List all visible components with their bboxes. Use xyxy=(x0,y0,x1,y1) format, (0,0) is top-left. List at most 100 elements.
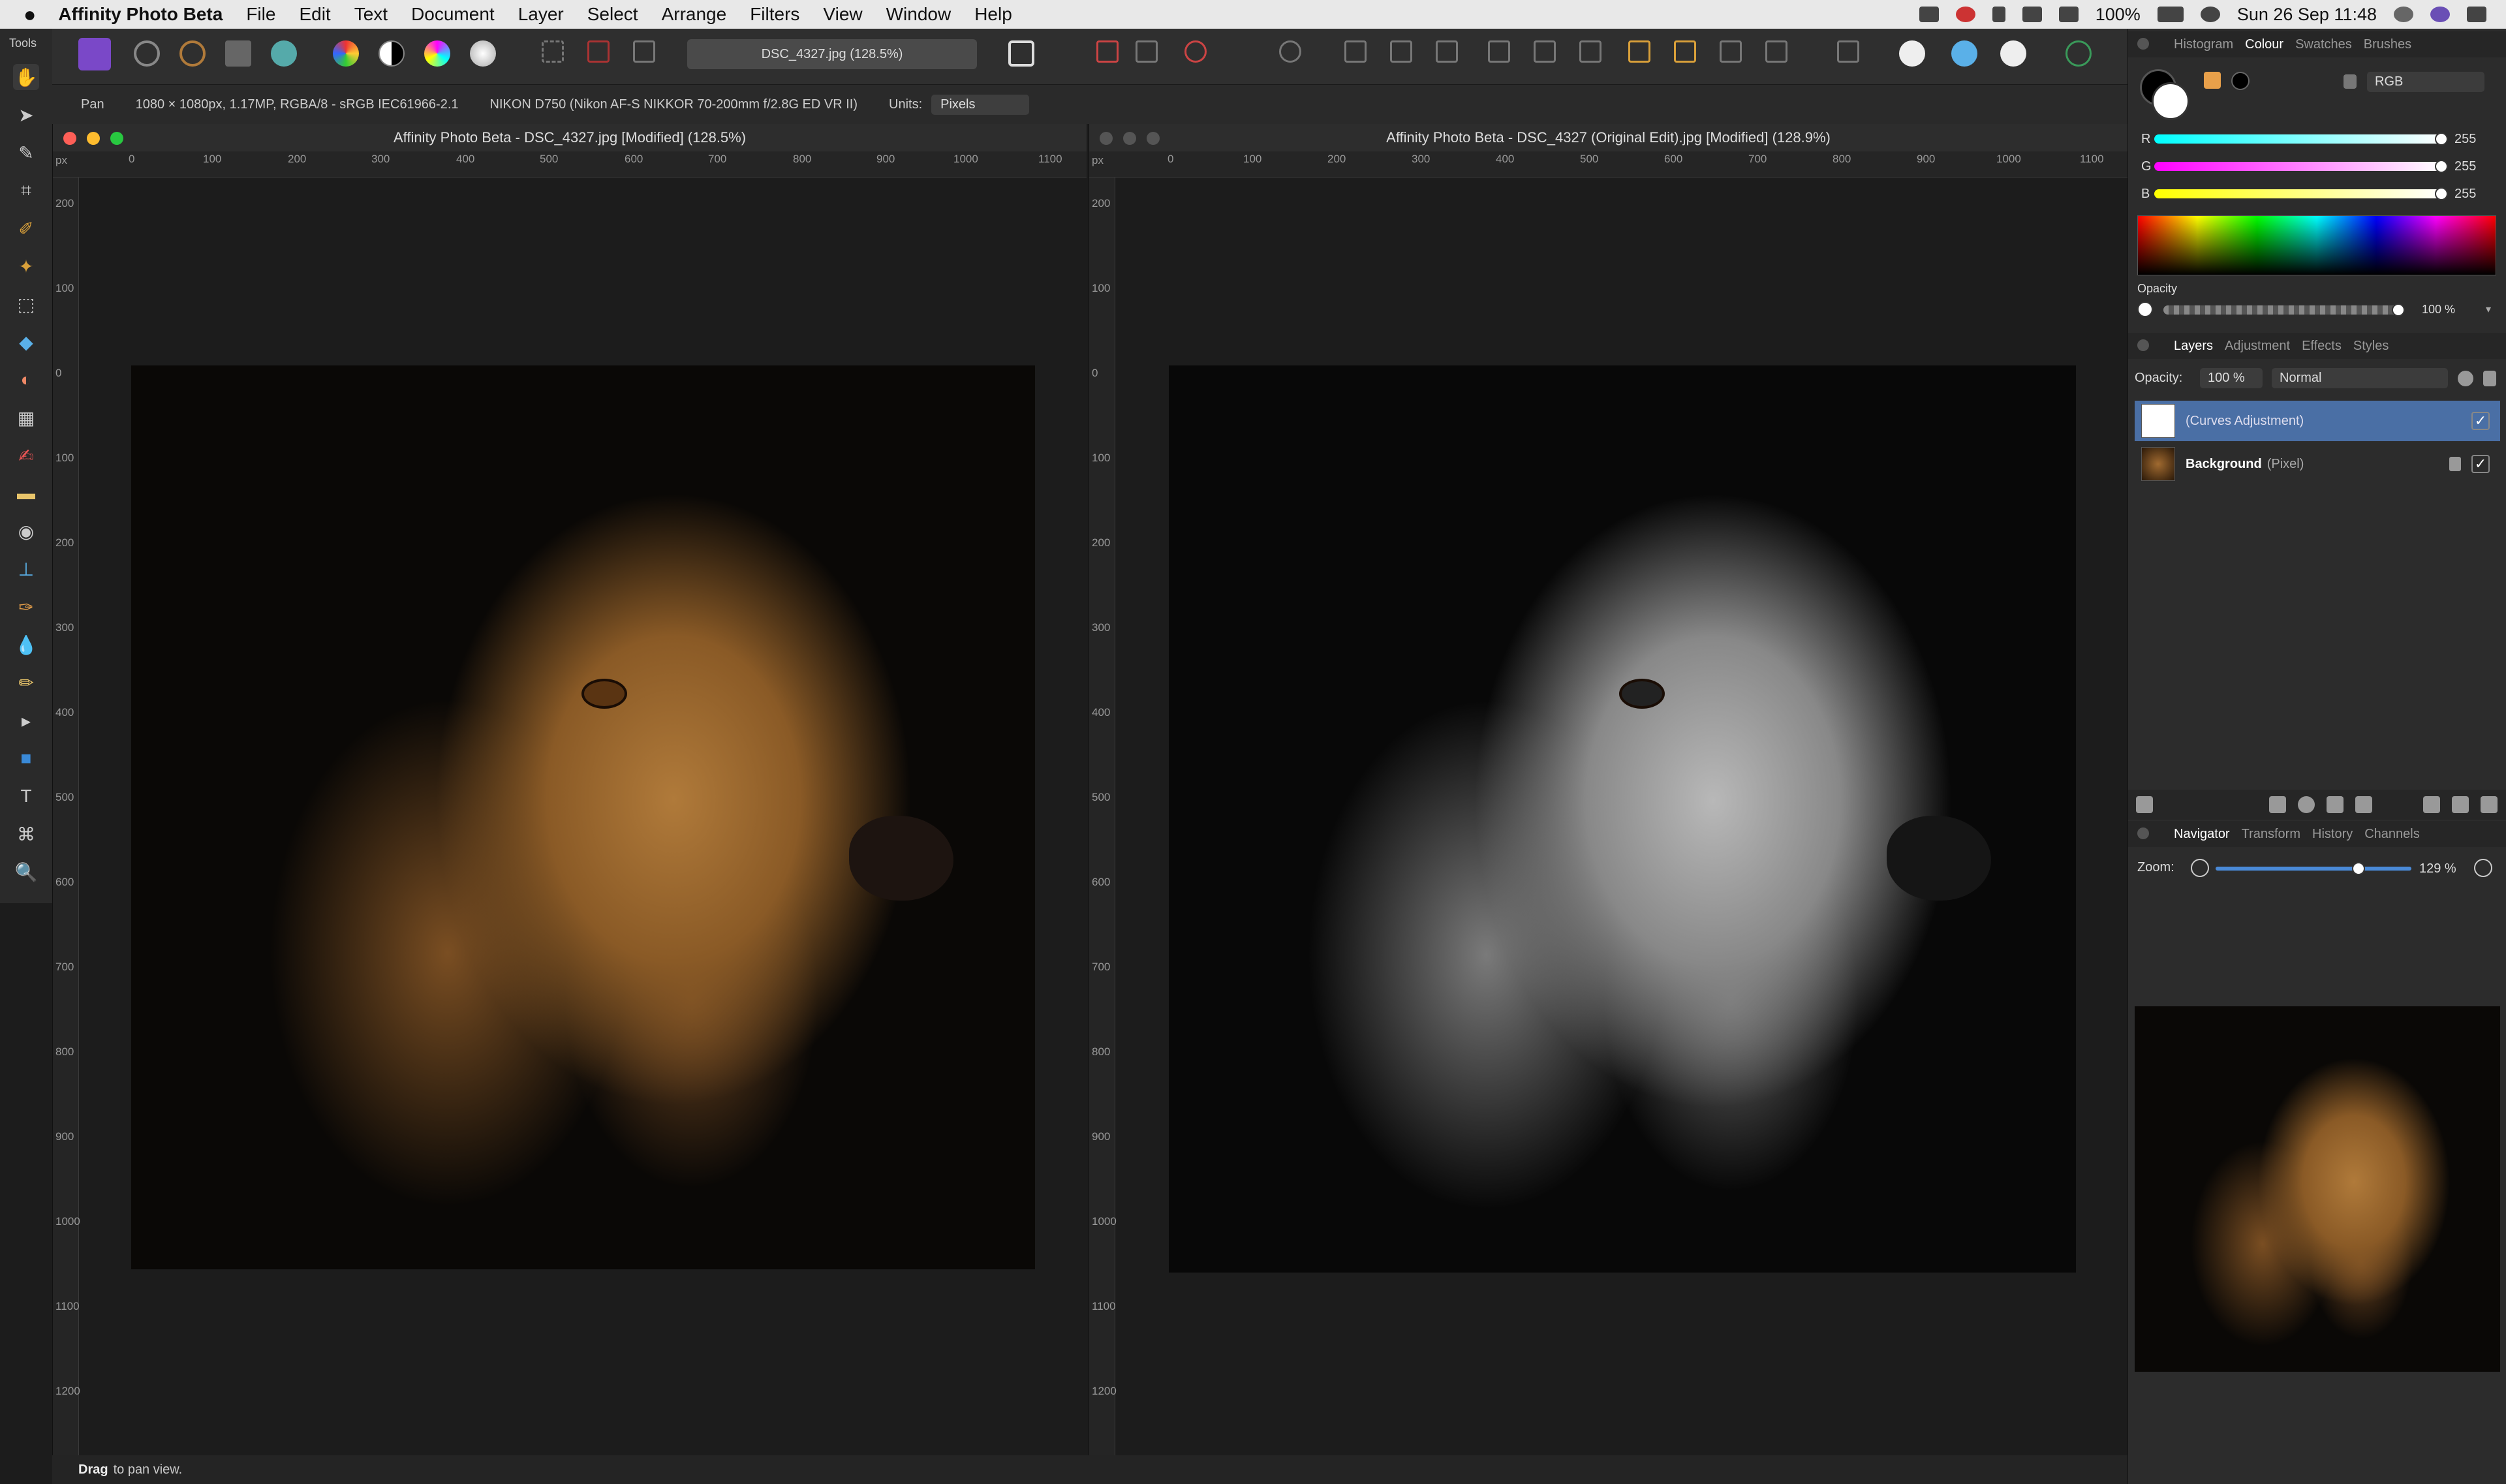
horizontal-ruler-right[interactable]: px 0 100 200 300 400 500 600 700 800 900… xyxy=(1089,151,2127,178)
inpainting-tool-icon[interactable]: ✏ xyxy=(13,670,39,696)
document-title-left[interactable]: Affinity Photo Beta - DSC_4327.jpg [Modi… xyxy=(53,124,1087,151)
eraser-assist-icon[interactable] xyxy=(1184,40,1207,63)
app-status-icon[interactable] xyxy=(1955,7,1975,22)
colour-picker-tool-icon[interactable]: ✎ xyxy=(13,140,39,166)
tab-layers[interactable]: Layers xyxy=(2174,339,2213,354)
insert-behind-icon[interactable] xyxy=(1837,40,1859,63)
arrange-backward-icon[interactable] xyxy=(1720,40,1742,63)
text-tool-icon[interactable]: T xyxy=(13,783,39,809)
tab-swatches[interactable]: Swatches xyxy=(2295,37,2352,52)
lock-icon[interactable] xyxy=(2483,371,2496,386)
close-panel-icon[interactable] xyxy=(2137,827,2149,839)
node-tool-icon[interactable]: ▸ xyxy=(13,707,39,734)
opacity-value[interactable]: 100 % xyxy=(2422,303,2455,317)
menu-file[interactable]: File xyxy=(246,4,275,25)
new-pixel-layer-icon[interactable] xyxy=(2452,796,2469,813)
clock[interactable]: Sun 26 Sep 11:48 xyxy=(2237,5,2377,25)
volume-icon[interactable] xyxy=(2058,7,2079,22)
canvas-image-bw[interactable] xyxy=(1169,365,2076,1273)
menu-layer[interactable]: Layer xyxy=(518,4,564,25)
assistant-icon[interactable] xyxy=(1899,40,1925,67)
arrange-back-icon[interactable] xyxy=(1628,40,1650,63)
units-dropdown[interactable]: Pixels xyxy=(931,94,1030,115)
close-panel-icon[interactable] xyxy=(2137,339,2149,351)
maximize-button[interactable] xyxy=(1147,132,1160,145)
clone-tool-icon[interactable]: ▬ xyxy=(13,480,39,506)
g-value[interactable]: 255 xyxy=(2454,159,2476,174)
menu-text[interactable]: Text xyxy=(354,4,388,25)
colour-picker-icon[interactable] xyxy=(2000,40,2026,67)
snapping-options-icon[interactable] xyxy=(1136,40,1158,63)
zoom-out-icon[interactable] xyxy=(2191,859,2209,877)
close-button[interactable] xyxy=(63,132,76,145)
mesh-warp-icon[interactable]: ⌘ xyxy=(13,821,39,847)
document-window-left[interactable]: Affinity Photo Beta - DSC_4327.jpg [Modi… xyxy=(52,124,1087,1455)
layer-visibility-checkbox[interactable]: ✓ xyxy=(2471,412,2490,430)
snapping-icon[interactable] xyxy=(1096,40,1119,63)
persona-tonemap-icon[interactable] xyxy=(225,40,251,67)
marquee-tool-icon[interactable]: ⬚ xyxy=(13,291,39,317)
canvas-image-colour[interactable] xyxy=(131,365,1035,1269)
siri-icon[interactable] xyxy=(2430,7,2450,22)
tab-navigator[interactable]: Navigator xyxy=(2174,827,2230,842)
flood-select-icon[interactable]: ✦ xyxy=(13,253,39,279)
force-pixel-icon[interactable] xyxy=(1279,40,1301,63)
dodge-tool-icon[interactable]: ✍ xyxy=(13,442,39,469)
layer-stack-icon[interactable] xyxy=(2136,796,2153,813)
adjustment-layer-icon[interactable] xyxy=(2298,796,2315,813)
layer-visibility-checkbox[interactable]: ✓ xyxy=(2471,455,2490,473)
persona-photo-icon[interactable] xyxy=(78,38,111,70)
layer-opacity-dropdown[interactable]: 100 % xyxy=(2200,368,2263,388)
layer-row-background[interactable]: Background (Pixel) ✓ xyxy=(2135,444,2500,484)
navigator-preview[interactable] xyxy=(2135,1006,2500,1372)
tab-adjustment[interactable]: Adjustment xyxy=(2225,339,2290,354)
document-select-dropdown[interactable]: DSC_4327.jpg (128.5%) xyxy=(687,39,977,69)
blend-mode-dropdown[interactable]: Normal xyxy=(2272,368,2448,388)
auto-white-balance-icon[interactable] xyxy=(470,40,496,67)
crop-tool-icon[interactable]: ⌗ xyxy=(13,178,39,204)
selection-brush-icon[interactable]: ✐ xyxy=(13,215,39,241)
persona-export-icon[interactable] xyxy=(271,40,297,67)
tab-history[interactable]: History xyxy=(2312,827,2353,842)
deselect-icon[interactable] xyxy=(587,40,610,63)
menu-help[interactable]: Help xyxy=(974,4,1012,25)
zoom-in-icon[interactable] xyxy=(2474,859,2492,877)
opacity-dropdown-icon[interactable]: ▾ xyxy=(2486,303,2491,316)
live-filter-icon[interactable] xyxy=(2355,796,2372,813)
marquee-select-icon[interactable] xyxy=(542,40,564,63)
close-panel-icon[interactable] xyxy=(2137,38,2149,50)
close-button[interactable] xyxy=(1100,132,1113,145)
auto-contrast-icon[interactable] xyxy=(379,40,405,67)
stamp-tool-icon[interactable]: ⊥ xyxy=(13,556,39,582)
vertical-ruler-left[interactable]: 200 100 0 100 200 300 400 500 600 700 80… xyxy=(53,178,80,1455)
menu-arrange[interactable]: Arrange xyxy=(662,4,727,25)
search-icon[interactable] xyxy=(2394,7,2413,22)
smudge-tool-icon[interactable]: ✑ xyxy=(13,594,39,620)
tab-channels[interactable]: Channels xyxy=(2364,827,2420,842)
tab-histogram[interactable]: Histogram xyxy=(2174,37,2233,52)
r-slider-knob[interactable] xyxy=(2435,132,2448,146)
maximize-button[interactable] xyxy=(110,132,123,145)
lock-icon[interactable] xyxy=(2344,74,2357,89)
g-slider-knob[interactable] xyxy=(2435,160,2448,173)
screen-icon[interactable] xyxy=(1919,7,1939,22)
trash-icon[interactable] xyxy=(2481,796,2498,813)
document-window-right[interactable]: Affinity Photo Beta - DSC_4327 (Original… xyxy=(1089,124,2127,1455)
tab-colour[interactable]: Colour xyxy=(2245,37,2283,52)
b-slider[interactable] xyxy=(2154,189,2441,198)
gear-icon[interactable] xyxy=(2458,371,2473,386)
tab-brushes[interactable]: Brushes xyxy=(2364,37,2411,52)
menu-filters[interactable]: Filters xyxy=(750,4,799,25)
zoom-slider-knob[interactable] xyxy=(2352,862,2365,875)
auto-colour-icon[interactable] xyxy=(424,40,450,67)
paint-brush-icon[interactable]: ▦ xyxy=(13,405,39,431)
wifi-icon[interactable] xyxy=(2022,7,2042,22)
account-icon[interactable] xyxy=(2065,40,2092,67)
arrange-front-icon[interactable] xyxy=(1674,40,1696,63)
tab-styles[interactable]: Styles xyxy=(2353,339,2389,354)
layer-lock-icon[interactable] xyxy=(2449,457,2461,471)
new-group-icon[interactable] xyxy=(2423,796,2440,813)
pan-tool-icon[interactable]: ✋ xyxy=(13,64,39,90)
move-tool-icon[interactable]: ➤ xyxy=(13,102,39,128)
align-top-icon[interactable] xyxy=(1488,40,1510,63)
